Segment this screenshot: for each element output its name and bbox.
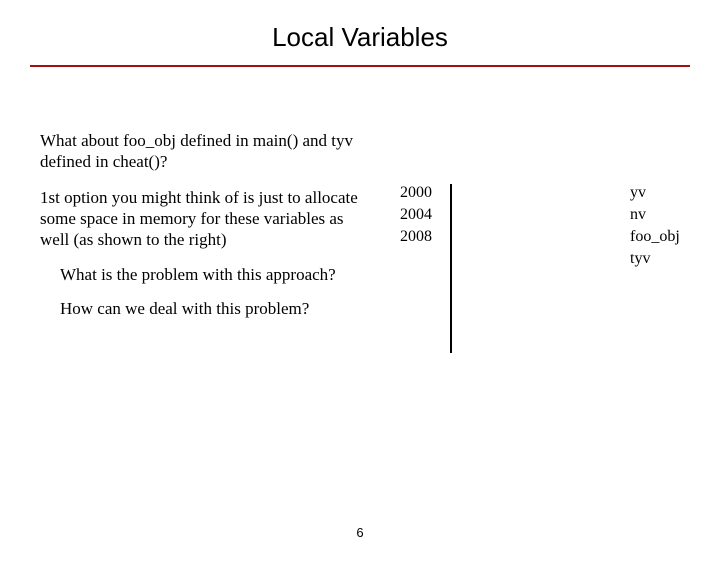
var-label-1: nv bbox=[630, 204, 680, 226]
table-row bbox=[451, 248, 452, 269]
sub-question-2: How can we deal with this problem? bbox=[60, 298, 360, 319]
addr-2: 2008 bbox=[400, 226, 432, 248]
page-number: 6 bbox=[0, 525, 720, 540]
var-label-0: yv bbox=[630, 182, 680, 204]
var-label-2: foo_obj bbox=[630, 226, 680, 248]
addr-0: 2000 bbox=[400, 182, 432, 204]
table-row bbox=[451, 269, 452, 290]
slide-title: Local Variables bbox=[0, 22, 720, 53]
title-rule bbox=[30, 65, 690, 67]
indented-questions: What is the problem with this approach? … bbox=[60, 264, 360, 319]
table-row bbox=[451, 311, 452, 332]
paragraph-question: What about foo_obj defined in main() and… bbox=[40, 130, 360, 173]
body-text-block: What about foo_obj defined in main() and… bbox=[40, 130, 360, 331]
table-row bbox=[451, 227, 452, 248]
addr-1: 2004 bbox=[400, 204, 432, 226]
address-column: 2000 2004 2008 bbox=[400, 182, 432, 248]
paragraph-option1: 1st option you might think of is just to… bbox=[40, 187, 360, 251]
table-row bbox=[451, 206, 452, 227]
sub-question-1: What is the problem with this approach? bbox=[60, 264, 360, 285]
variable-label-column: yv nv foo_obj tyv bbox=[630, 182, 680, 270]
table-row bbox=[451, 185, 452, 206]
memory-table bbox=[450, 184, 452, 353]
table-row bbox=[451, 290, 452, 311]
var-label-3: tyv bbox=[630, 248, 680, 270]
table-row bbox=[451, 332, 452, 353]
